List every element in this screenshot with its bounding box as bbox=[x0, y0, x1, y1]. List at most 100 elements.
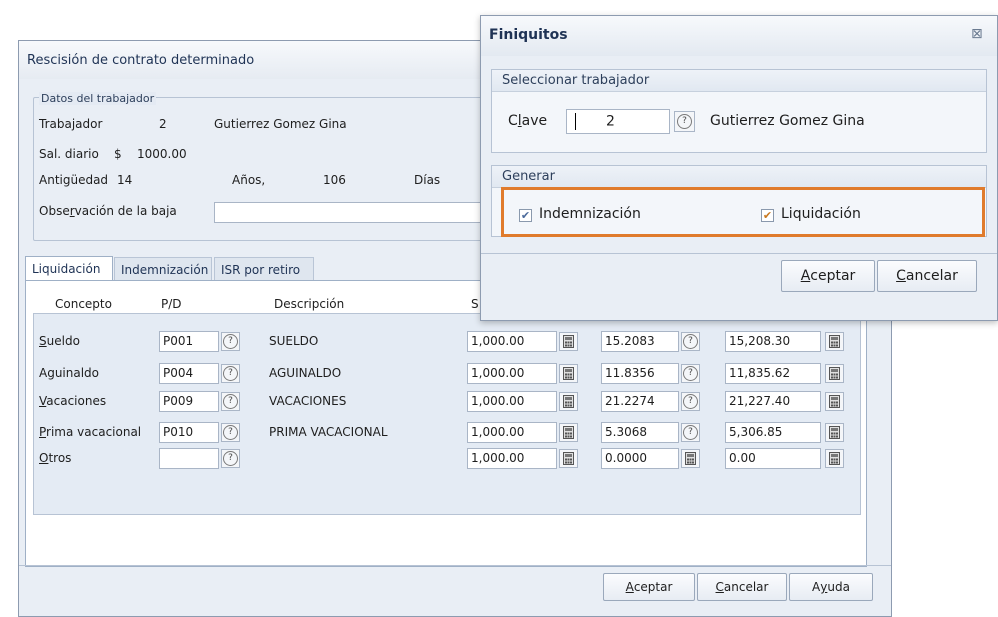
row-salario-input[interactable]: 1,000.00 bbox=[467, 448, 557, 469]
indemnizacion-checkbox[interactable]: ✔ bbox=[519, 209, 532, 222]
row-salario-input[interactable]: 1,000.00 bbox=[467, 422, 557, 443]
row-importe-input[interactable]: 11,835.62 bbox=[725, 363, 821, 384]
seleccionar-trabajador-group: Seleccionar trabajador Clave 2 ? Gutierr… bbox=[491, 69, 987, 153]
row-salario-calc-button[interactable] bbox=[559, 392, 578, 411]
row-importe-input[interactable]: 15,208.30 bbox=[725, 331, 821, 352]
row-salario-input[interactable]: 1,000.00 bbox=[467, 331, 557, 352]
row-dias-help-button[interactable]: ? bbox=[681, 423, 700, 442]
tab-indemnizacion[interactable]: Indemnización bbox=[114, 257, 212, 281]
datos-trabajador-title: Datos del trabajador bbox=[39, 92, 157, 105]
row-salario-calc-button[interactable] bbox=[559, 332, 578, 351]
question-icon: ? bbox=[683, 394, 698, 409]
row-descripcion: SUELDO bbox=[269, 334, 319, 348]
salario-label: Sal. diario bbox=[39, 147, 99, 161]
row-dias-calc-button[interactable] bbox=[681, 449, 700, 468]
finiquitos-titlebar: Finiquitos ⊠ bbox=[481, 16, 997, 56]
row-salario-calc-button[interactable] bbox=[559, 423, 578, 442]
worker-name: Gutierrez Gomez Gina bbox=[710, 113, 865, 129]
ayuda-button[interactable]: Ay uda bbox=[789, 573, 873, 601]
row-importe-calc-button[interactable] bbox=[825, 364, 844, 383]
row-code-help-button[interactable]: ? bbox=[221, 423, 240, 442]
row-code-input[interactable]: P004 bbox=[159, 363, 219, 384]
header-pd: P/D bbox=[161, 297, 182, 311]
dialog-bottom-divider bbox=[481, 253, 997, 254]
table-row: Otros ? 1,000.00 0.0000 0.00 bbox=[19, 448, 879, 470]
question-icon: ? bbox=[223, 451, 238, 466]
finiquitos-dialog: Finiquitos ⊠ Seleccionar trabajador Clav… bbox=[480, 15, 998, 321]
observacion-input[interactable] bbox=[214, 202, 484, 223]
antiguedad-years: 14 bbox=[117, 173, 133, 187]
row-importe-calc-button[interactable] bbox=[825, 449, 844, 468]
row-concepto: Vacaciones bbox=[39, 394, 107, 408]
trabajador-number: 2 bbox=[159, 117, 167, 131]
dias-label: Días bbox=[414, 173, 441, 187]
row-salario-calc-button[interactable] bbox=[559, 364, 578, 383]
calculator-icon bbox=[563, 367, 574, 380]
row-salario-input[interactable]: 1,000.00 bbox=[467, 391, 557, 412]
row-code-help-button[interactable]: ? bbox=[221, 392, 240, 411]
calculator-icon bbox=[829, 452, 840, 465]
calculator-icon bbox=[829, 395, 840, 408]
calculator-icon bbox=[563, 335, 574, 348]
row-code-input[interactable]: P010 bbox=[159, 422, 219, 443]
trabajador-label: Trabajador bbox=[39, 117, 103, 131]
calculator-icon bbox=[829, 426, 840, 439]
row-dias-help-button[interactable]: ? bbox=[681, 392, 700, 411]
tab-isr-por-retiro[interactable]: ISR por retiro bbox=[214, 257, 314, 281]
row-descripcion: VACACIONES bbox=[269, 394, 347, 408]
row-code-help-button[interactable]: ? bbox=[221, 364, 240, 383]
row-importe-input[interactable]: 21,227.40 bbox=[725, 391, 821, 412]
row-dias-help-button[interactable]: ? bbox=[681, 364, 700, 383]
dialog-cancelar-button[interactable]: Cancelar bbox=[877, 260, 977, 292]
row-importe-calc-button[interactable] bbox=[825, 392, 844, 411]
question-icon: ? bbox=[683, 366, 698, 381]
calculator-icon bbox=[563, 426, 574, 439]
row-salario-input[interactable]: 1,000.00 bbox=[467, 363, 557, 384]
question-icon: ? bbox=[223, 425, 238, 440]
row-code-input[interactable] bbox=[159, 448, 219, 469]
calculator-icon bbox=[829, 367, 840, 380]
row-concepto: Sueldo bbox=[39, 334, 80, 348]
row-dias-input[interactable]: 11.8356 bbox=[601, 363, 679, 384]
clave-help-button[interactable]: ? bbox=[674, 111, 695, 132]
question-icon: ? bbox=[683, 334, 698, 349]
row-concepto: Otros bbox=[39, 451, 72, 465]
generar-title: Generar bbox=[492, 166, 986, 188]
row-dias-input[interactable]: 0.0000 bbox=[601, 448, 679, 469]
row-code-input[interactable]: P009 bbox=[159, 391, 219, 412]
header-concepto: Concepto bbox=[55, 297, 112, 311]
anios-label: Años, bbox=[232, 173, 266, 187]
tab-indemnizacion-label: Indemnización bbox=[121, 263, 209, 277]
row-salario-calc-button[interactable] bbox=[559, 449, 578, 468]
row-dias-input[interactable]: 21.2274 bbox=[601, 391, 679, 412]
clave-value: 2 bbox=[606, 113, 615, 130]
row-importe-input[interactable]: 5,306.85 bbox=[725, 422, 821, 443]
row-dias-input[interactable]: 5.3068 bbox=[601, 422, 679, 443]
row-importe-calc-button[interactable] bbox=[825, 332, 844, 351]
dialog-aceptar-button[interactable]: Aceptar bbox=[781, 260, 875, 292]
calculator-icon bbox=[563, 452, 574, 465]
row-dias-input[interactable]: 15.2083 bbox=[601, 331, 679, 352]
aceptar-button[interactable]: Aceptar bbox=[603, 573, 695, 601]
row-code-input[interactable]: P001 bbox=[159, 331, 219, 352]
row-code-help-button[interactable]: ? bbox=[221, 332, 240, 351]
clave-input[interactable]: 2 bbox=[566, 109, 670, 134]
header-descripcion: Descripción bbox=[274, 297, 345, 311]
row-concepto: Aguinaldo bbox=[39, 366, 100, 380]
row-dias-help-button[interactable]: ? bbox=[681, 332, 700, 351]
table-row: Sueldo P001 ? SUELDO 1,000.00 15.2083 ? … bbox=[19, 331, 879, 353]
row-importe-calc-button[interactable] bbox=[825, 423, 844, 442]
row-importe-input[interactable]: 0.00 bbox=[725, 448, 821, 469]
text-cursor bbox=[575, 113, 576, 130]
row-code-help-button[interactable]: ? bbox=[221, 449, 240, 468]
bottom-divider bbox=[19, 565, 891, 566]
trabajador-name: Gutierrez Gomez Gina bbox=[214, 117, 347, 131]
question-icon: ? bbox=[223, 394, 238, 409]
cancelar-button[interactable]: Cancelar bbox=[697, 573, 787, 601]
antiguedad-label: Antigüedad bbox=[39, 173, 109, 187]
liquidacion-checkbox[interactable]: ✔ bbox=[761, 209, 774, 222]
window-title: Rescisión de contrato determinado bbox=[27, 53, 255, 68]
tab-liquidacion[interactable]: Liquidación bbox=[25, 256, 113, 281]
clave-label: Clave bbox=[508, 113, 548, 129]
close-icon[interactable]: ⊠ bbox=[971, 26, 983, 42]
